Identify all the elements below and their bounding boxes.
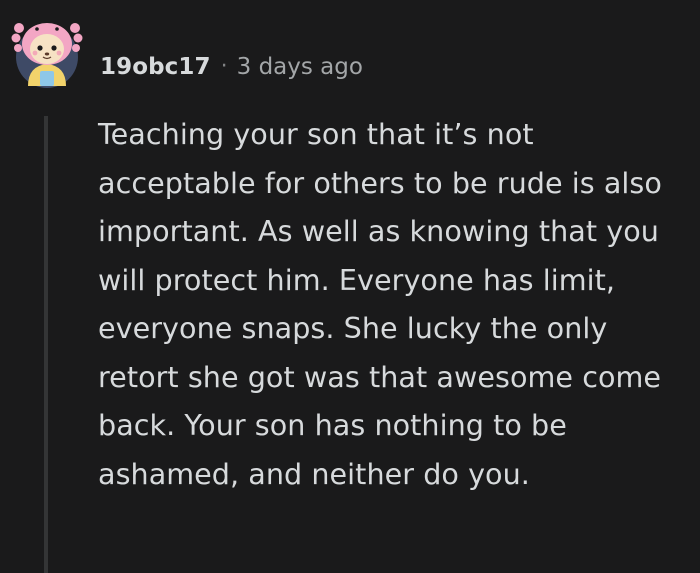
thread-collapse-line[interactable] — [44, 116, 48, 573]
comment-body: Teaching your son that it’s not acceptab… — [98, 117, 662, 491]
meta-separator: · — [220, 54, 228, 79]
user-avatar-icon[interactable] — [10, 16, 84, 90]
comment-timestamp[interactable]: 3 days ago — [237, 50, 363, 84]
comment-meta: 19obc17 · 3 days ago — [100, 50, 363, 84]
username-link[interactable]: 19obc17 — [100, 50, 211, 84]
comment: 19obc17 · 3 days ago Teaching your son t… — [0, 0, 700, 573]
